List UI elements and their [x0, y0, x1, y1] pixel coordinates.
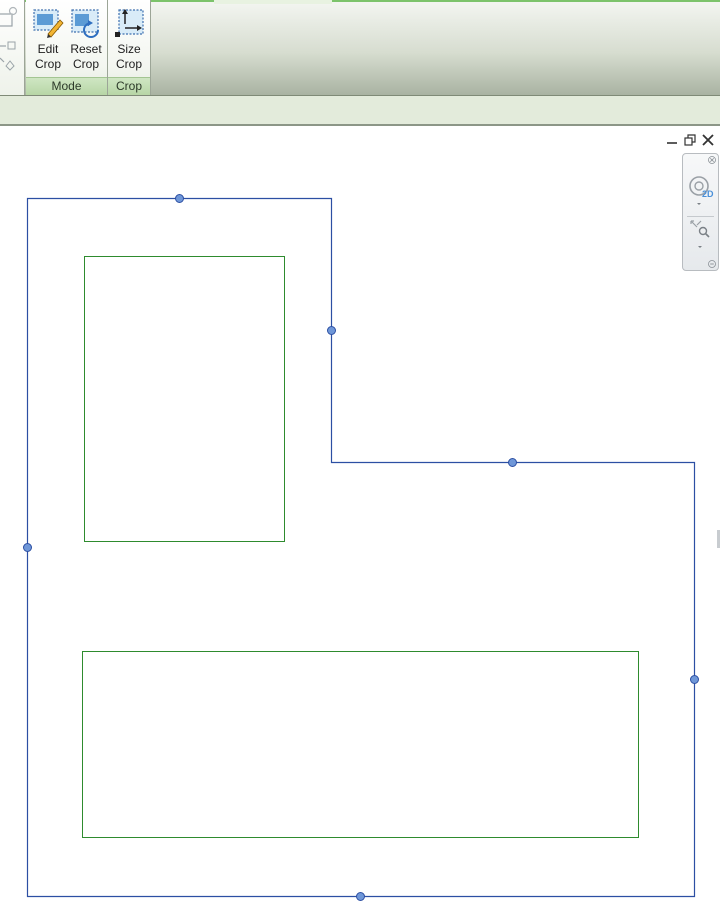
crop-handle-bottom[interactable] [356, 892, 365, 901]
room-region-lower [82, 651, 639, 838]
crop-boundary[interactable] [26, 197, 696, 898]
room-region-upper [84, 256, 285, 542]
crop-handle-notch-vertical[interactable] [327, 326, 336, 335]
crop-handle-notch-horizontal[interactable] [508, 458, 517, 467]
crop-handle-left[interactable] [23, 543, 32, 552]
crop-handle-right[interactable] [690, 675, 699, 684]
crop-handle-top[interactable] [175, 194, 184, 203]
crop-drawing [23, 194, 699, 901]
